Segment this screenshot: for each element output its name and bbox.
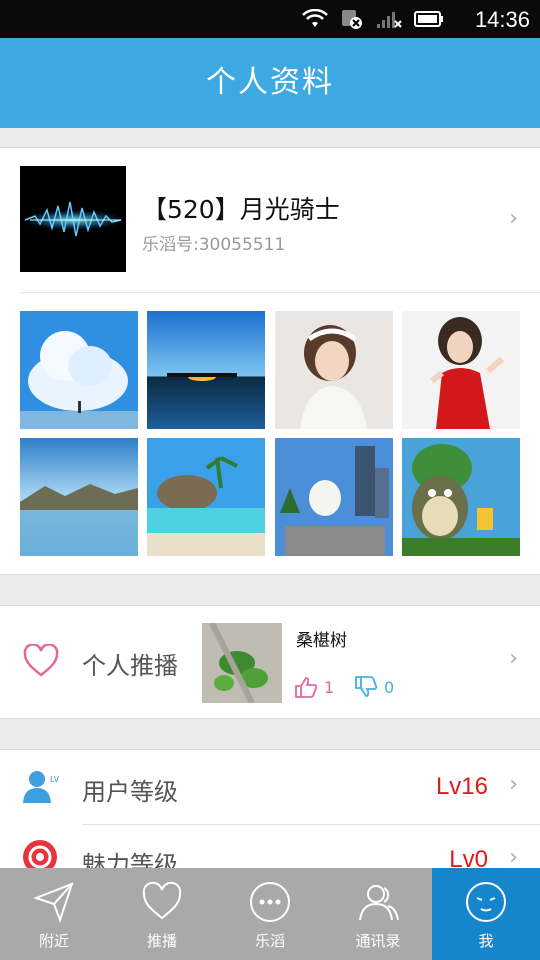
photo-4[interactable] xyxy=(402,311,520,429)
tab-broadcast[interactable]: 推播 xyxy=(108,868,216,960)
photo-2[interactable] xyxy=(147,311,265,429)
photo-5[interactable] xyxy=(20,438,138,556)
contacts-icon xyxy=(359,885,399,921)
photo-3[interactable] xyxy=(275,311,393,429)
row-label: 用户等级 xyxy=(82,778,178,806)
user-level-row[interactable]: LV 用户等级 Lv16 › xyxy=(0,750,540,824)
signal-icon xyxy=(377,12,402,28)
nickname: 【520】月光骑士 xyxy=(142,195,340,224)
level-list: LV 用户等级 Lv16 › 魅力等级 Lv0 › xyxy=(0,749,540,869)
feed-thumbnail[interactable] xyxy=(202,623,282,703)
feed-author: 桑椹树 xyxy=(296,631,347,651)
feed-label: 个人推播 xyxy=(82,652,178,680)
tab-me[interactable]: 我 xyxy=(432,868,540,960)
thumbs-up-icon xyxy=(295,677,318,698)
personal-feed-row[interactable]: 个人推播 桑椹树 1 0 › xyxy=(0,605,540,719)
photo-1[interactable] xyxy=(20,311,138,429)
chevron-right-icon: › xyxy=(509,206,518,231)
user-level-icon: LV xyxy=(23,771,60,803)
rose-icon xyxy=(23,840,57,869)
sim-card-icon xyxy=(342,10,362,29)
tab-contacts[interactable]: 通讯录 xyxy=(324,868,432,960)
tab-label: 通讯录 xyxy=(355,932,401,950)
status-time: 14:36 xyxy=(474,7,530,32)
tab-chat[interactable]: 乐滔 xyxy=(216,868,324,960)
charm-level-row[interactable]: 魅力等级 Lv0 › xyxy=(0,825,540,869)
photo-6[interactable] xyxy=(147,438,265,556)
photo-8[interactable] xyxy=(402,438,520,556)
like-button[interactable]: 1 xyxy=(294,676,334,698)
tab-label: 我 xyxy=(478,932,494,950)
tab-nearby[interactable]: 附近 xyxy=(0,868,108,960)
row-label: 魅力等级 xyxy=(82,851,178,869)
bottom-tab-bar: 附近 推播 乐滔 通讯录 我 xyxy=(0,868,540,960)
tab-label: 乐滔 xyxy=(254,932,285,950)
face-icon xyxy=(466,882,506,922)
thumbs-down-icon xyxy=(355,676,378,697)
charm-level-value: Lv0 xyxy=(449,846,488,869)
heart-icon xyxy=(142,881,182,920)
like-count: 1 xyxy=(324,677,335,697)
profile-header-row[interactable]: 【520】月光骑士 乐滔号:30055511 › xyxy=(0,148,540,292)
heart-outline-icon xyxy=(23,644,59,677)
tab-label: 附近 xyxy=(38,932,69,950)
chevron-right-icon: › xyxy=(509,646,518,671)
svg-text:LV: LV xyxy=(50,775,60,784)
battery-icon xyxy=(414,11,443,27)
status-bar: 14:36 xyxy=(0,0,540,38)
dislike-count: 0 xyxy=(384,677,395,697)
header-bar: 个人资料 xyxy=(0,38,540,128)
user-level-value: Lv16 xyxy=(435,773,488,800)
divider xyxy=(20,292,540,293)
user-id: 乐滔号:30055511 xyxy=(142,235,286,255)
wifi-icon xyxy=(302,9,328,27)
chevron-right-icon: › xyxy=(509,845,518,869)
chevron-right-icon: › xyxy=(509,772,518,797)
page-title: 个人资料 xyxy=(206,65,334,100)
profile-card: 【520】月光骑士 乐滔号:30055511 › xyxy=(0,147,540,575)
dislike-button[interactable]: 0 xyxy=(354,676,394,698)
tab-label: 推播 xyxy=(146,932,177,950)
avatar xyxy=(20,166,126,272)
chat-bubble-icon xyxy=(250,882,290,922)
photo-7[interactable] xyxy=(275,438,393,556)
send-icon xyxy=(33,882,74,923)
